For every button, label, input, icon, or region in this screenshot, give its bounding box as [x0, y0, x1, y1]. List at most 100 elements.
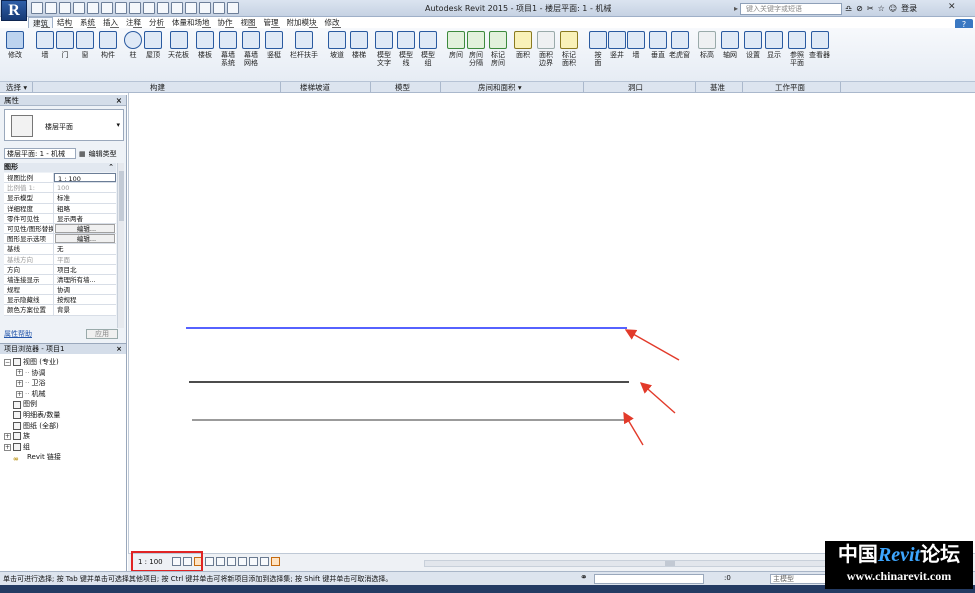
properties-help-link[interactable]: 属性帮助: [4, 330, 32, 338]
ribbon-button-25[interactable]: 竖井: [608, 31, 626, 59]
ribbon-button-21[interactable]: 面积: [514, 31, 532, 59]
panel-label-4[interactable]: 房间和面积 ▾: [478, 82, 522, 93]
ribbon-button-12[interactable]: 栏杆扶手: [290, 31, 318, 59]
ribbon-button-2[interactable]: 门: [56, 31, 74, 59]
close-icon[interactable]: ×: [116, 95, 122, 106]
panel-label-7[interactable]: 工作平面: [775, 82, 805, 93]
ribbon-button-16[interactable]: 模型线: [397, 31, 415, 67]
browser-node[interactable]: ∞ Revit 链接: [4, 452, 61, 463]
property-row[interactable]: 图形显示选项 编辑...: [4, 234, 116, 245]
panel-label-2[interactable]: 楼梯坡道: [300, 82, 330, 93]
property-value[interactable]: 协调: [54, 285, 116, 294]
analytical-model-icon[interactable]: [260, 557, 269, 566]
ribbon-button-13[interactable]: 坡道: [328, 31, 346, 59]
scroll-thumb[interactable]: [119, 171, 124, 221]
property-value[interactable]: 显示两者: [54, 214, 116, 223]
redo-icon[interactable]: [73, 2, 85, 14]
browser-node[interactable]: − 视图 (专业): [4, 357, 61, 368]
edit-button[interactable]: 编辑...: [55, 223, 115, 234]
user-icon[interactable]: ☺: [889, 4, 897, 13]
property-row[interactable]: 比例值 1: 100: [4, 183, 116, 194]
sign-in-label[interactable]: 登录: [901, 3, 917, 14]
property-row[interactable]: 详细程度 粗略: [4, 203, 116, 214]
application-menu-button[interactable]: R: [1, 0, 27, 21]
browser-node[interactable]: 明细表/数量: [4, 410, 61, 421]
crop-region-icon[interactable]: [227, 557, 236, 566]
ribbon-button-23[interactable]: 标记 面积: [560, 31, 578, 67]
ribbon-button-1[interactable]: 墙: [36, 31, 54, 59]
measure-icon[interactable]: [101, 2, 113, 14]
ribbon-button-5[interactable]: 柱: [124, 31, 142, 59]
expand-icon[interactable]: +: [16, 390, 23, 398]
browser-node[interactable]: 图纸 (全部): [4, 421, 61, 432]
ribbon-button-18[interactable]: 房间: [447, 31, 465, 59]
highlight-displacement-icon[interactable]: [271, 557, 280, 566]
ribbon-button-10[interactable]: 幕墙 网格: [242, 31, 260, 67]
section-icon[interactable]: [171, 2, 183, 14]
ribbon-button-14[interactable]: 楼梯: [350, 31, 368, 59]
property-row[interactable]: 颜色方案位置 背景: [4, 305, 116, 316]
open-icon[interactable]: [31, 2, 43, 14]
exchange-icon[interactable]: ✂: [867, 4, 874, 13]
panel-label-5[interactable]: 洞口: [628, 82, 643, 93]
property-row[interactable]: 显示模型 标准: [4, 193, 116, 204]
design-option-selector[interactable]: 主模型: [770, 574, 826, 584]
properties-group-header[interactable]: 图形 ⌃: [4, 163, 116, 172]
browser-node[interactable]: + ·· 卫浴: [4, 378, 61, 389]
worksets-icon[interactable]: ⚭: [580, 573, 588, 583]
property-value[interactable]: 标准: [54, 193, 116, 202]
ribbon-button-4[interactable]: 构件: [99, 31, 117, 59]
qat-dropdown-icon[interactable]: [227, 2, 239, 14]
property-value[interactable]: 100: [54, 183, 116, 192]
temporary-hide-icon[interactable]: [238, 557, 247, 566]
property-value[interactable]: 背景: [54, 305, 116, 314]
undo-icon[interactable]: [59, 2, 71, 14]
instance-selector[interactable]: 楼层平面: 1 - 机械: [4, 148, 76, 159]
property-value[interactable]: 无: [54, 244, 116, 253]
property-value[interactable]: 1 : 100: [54, 173, 116, 183]
property-value[interactable]: 粗略: [54, 204, 116, 213]
type-selector[interactable]: 楼层平面 ▾: [4, 109, 124, 141]
close-hidden-icon[interactable]: [199, 2, 211, 14]
ribbon-button-11[interactable]: 竖梃: [265, 31, 283, 59]
ribbon-button-32[interactable]: 显示: [765, 31, 783, 59]
text-icon[interactable]: [143, 2, 155, 14]
ribbon-button-0[interactable]: 修改: [6, 31, 24, 59]
ribbon-button-8[interactable]: 楼板: [196, 31, 214, 59]
ribbon-button-31[interactable]: 设置: [744, 31, 762, 59]
property-value[interactable]: 项目北: [54, 265, 116, 274]
ribbon-button-22[interactable]: 面积 边界: [537, 31, 555, 67]
ribbon-button-20[interactable]: 标记 房间: [489, 31, 507, 67]
reveal-hidden-icon[interactable]: [249, 557, 258, 566]
property-row[interactable]: 方向 项目北: [4, 264, 116, 275]
collapse-icon[interactable]: ⌃: [108, 163, 114, 172]
drawing-area[interactable]: [128, 93, 975, 553]
property-row[interactable]: 可见性/图形替换 编辑...: [4, 223, 116, 235]
property-row[interactable]: 墙连接显示 清理所有墙...: [4, 274, 116, 286]
browser-node[interactable]: 图例: [4, 399, 61, 410]
ribbon-button-34[interactable]: 查看器: [809, 31, 830, 59]
edit-button[interactable]: 编辑...: [55, 234, 115, 244]
ribbon-button-3[interactable]: 窗: [76, 31, 94, 59]
ribbon-button-24[interactable]: 按面: [589, 31, 607, 67]
browser-node[interactable]: + ·· 协调: [4, 368, 61, 379]
thin-lines-icon[interactable]: [185, 2, 197, 14]
property-row[interactable]: 基线方向 平面: [4, 254, 116, 265]
edit-type-button[interactable]: 编辑类型: [89, 149, 117, 159]
property-row[interactable]: 视图比例 1 : 100: [4, 173, 116, 184]
dimension-icon[interactable]: [115, 2, 127, 14]
expand-icon[interactable]: +: [16, 379, 23, 387]
filter-count[interactable]: :0: [724, 574, 731, 582]
expand-icon[interactable]: +: [4, 443, 11, 451]
3d-view-icon[interactable]: [157, 2, 169, 14]
ribbon-button-28[interactable]: 老虎窗: [669, 31, 690, 59]
property-row[interactable]: 零件可见性 显示两者: [4, 213, 116, 224]
ribbon-button-29[interactable]: 标高: [698, 31, 716, 59]
subscription-icon[interactable]: ⊘: [856, 4, 863, 13]
properties-scrollbar[interactable]: [117, 163, 124, 328]
ribbon-button-26[interactable]: 墙: [627, 31, 645, 59]
close-icon[interactable]: ✕: [948, 2, 956, 12]
ribbon-button-19[interactable]: 房间 分隔: [467, 31, 485, 67]
panel-label-3[interactable]: 模型: [395, 82, 410, 93]
crop-view-icon[interactable]: [216, 557, 225, 566]
